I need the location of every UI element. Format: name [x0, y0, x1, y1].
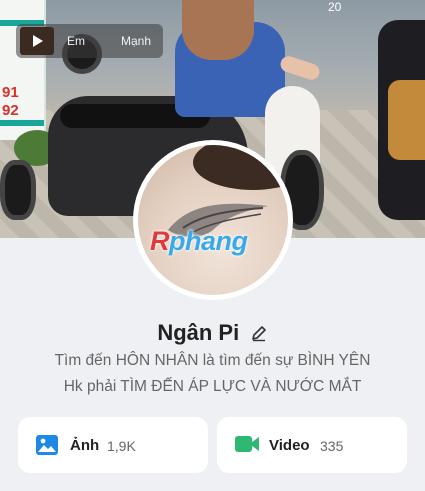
bio-line-1: Tìm đến HÔN NHÂN là tìm đến sự BÌNH YÊN	[54, 352, 371, 369]
videos-card[interactable]: Video 335	[217, 417, 407, 473]
videos-label: Video	[269, 437, 310, 454]
edit-icon[interactable]	[250, 324, 268, 342]
media-player[interactable]: Em Mạnh	[16, 24, 163, 58]
shop-sign-text: 91 92	[2, 84, 19, 119]
media-title: Em	[67, 34, 85, 48]
wheel	[0, 160, 36, 220]
name-row: Ngân Pi	[0, 320, 425, 346]
photo-icon	[36, 435, 58, 455]
watermark-logo: Rphang	[150, 226, 248, 256]
video-icon	[235, 436, 259, 452]
media-artist: Mạnh	[121, 34, 152, 48]
shop-sign: 91 92	[0, 0, 46, 140]
photos-card[interactable]: Ảnh 1,9K	[18, 417, 208, 473]
top-partial-text: 20	[328, 0, 342, 14]
bio-line-2: Hk phải TÌM ĐẾN ÁP LỰC VÀ NƯỚC MẮT	[63, 378, 362, 395]
videos-count: 335	[320, 438, 344, 454]
photos-count: 1,9K	[107, 438, 136, 454]
avatar-photo	[138, 145, 288, 295]
media-thumbnail[interactable]	[20, 27, 54, 55]
avatar-hair	[193, 145, 288, 190]
play-icon	[33, 35, 43, 47]
person-hair	[182, 0, 254, 60]
profile-avatar[interactable]	[133, 140, 293, 300]
photos-label: Ảnh	[70, 437, 100, 454]
motorbike-right	[378, 20, 425, 220]
profile-name: Ngân Pi	[157, 320, 240, 345]
